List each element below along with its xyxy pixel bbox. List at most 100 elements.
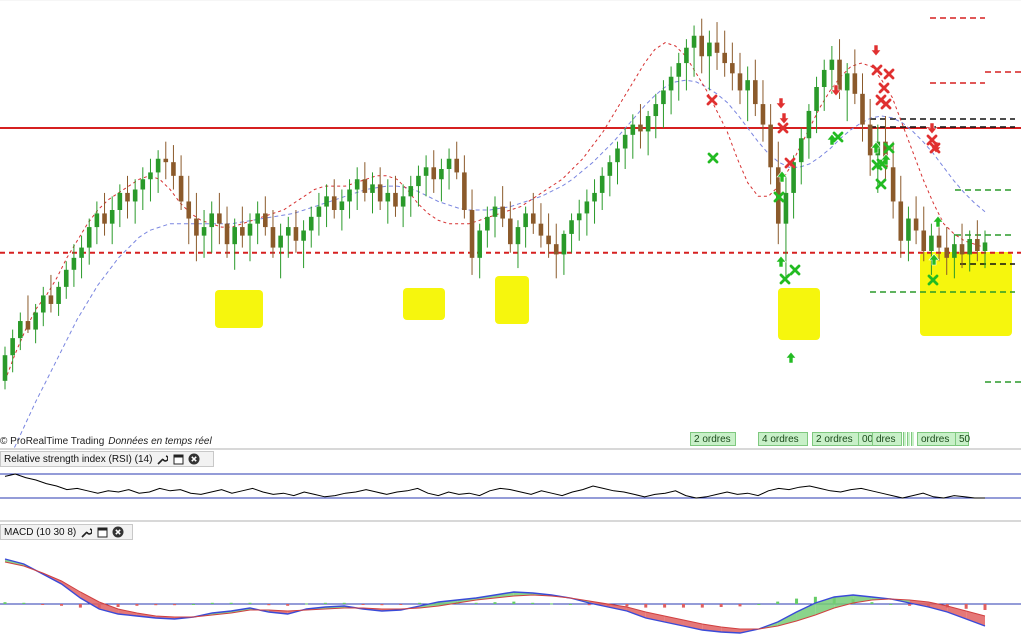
watermark-brand: © ProRealTime Trading bbox=[0, 436, 105, 447]
macd-hist-bar bbox=[116, 604, 120, 607]
order-tick[interactable] bbox=[903, 432, 906, 446]
candle-body bbox=[316, 206, 322, 217]
order-tick[interactable] bbox=[911, 432, 914, 446]
macd-hist-bar bbox=[493, 602, 497, 604]
support-highlight bbox=[403, 288, 445, 320]
candle-body bbox=[508, 218, 513, 245]
candle-body bbox=[661, 90, 666, 105]
candle-body bbox=[553, 244, 559, 255]
rsi-line bbox=[4, 473, 985, 499]
candle-body bbox=[592, 192, 597, 202]
price-chart[interactable] bbox=[0, 0, 1021, 450]
sell-cross-icon bbox=[871, 64, 883, 76]
macd-hist-bar bbox=[380, 604, 384, 606]
candle-body bbox=[454, 158, 460, 173]
buy-arrow-icon bbox=[785, 351, 797, 364]
candle-body bbox=[324, 196, 329, 207]
buy-cross-icon bbox=[707, 152, 719, 164]
candle-body bbox=[2, 355, 8, 381]
order-tag[interactable]: ordres bbox=[917, 432, 957, 446]
candle-body bbox=[576, 213, 582, 221]
macd-hist-bar bbox=[474, 602, 478, 604]
candle-body bbox=[102, 213, 107, 224]
macd-hist-bar bbox=[154, 604, 158, 606]
sell-cross-icon bbox=[926, 134, 938, 146]
candle-body bbox=[377, 184, 383, 202]
order-tag[interactable]: 4 ordres bbox=[758, 432, 808, 446]
close-icon[interactable] bbox=[188, 453, 200, 465]
candle-body bbox=[331, 196, 337, 210]
candle-body bbox=[852, 73, 858, 94]
order-tag[interactable]: 2 ordres bbox=[812, 432, 862, 446]
panel-separator[interactable] bbox=[0, 520, 1021, 522]
buy-arrow-icon bbox=[775, 255, 787, 268]
macd-hist-bar bbox=[286, 604, 290, 606]
candle-body bbox=[730, 63, 735, 74]
macd-hist-bar bbox=[305, 603, 309, 605]
candle-body bbox=[952, 244, 957, 258]
order-tag[interactable]: 2 ordres bbox=[690, 432, 736, 446]
candle-body bbox=[676, 63, 682, 77]
candle-body bbox=[844, 73, 850, 91]
candle-body bbox=[515, 227, 521, 245]
candle-body bbox=[668, 76, 674, 91]
candle-body bbox=[431, 167, 437, 180]
candle-body bbox=[630, 124, 636, 135]
macd-title: MACD (10 30 8) bbox=[4, 526, 77, 538]
candle-body bbox=[423, 167, 429, 176]
candle-body bbox=[194, 218, 199, 236]
sell-arrow-icon bbox=[775, 97, 787, 110]
window-icon[interactable] bbox=[172, 453, 184, 465]
candle-body bbox=[538, 223, 544, 236]
panel-separator[interactable] bbox=[0, 448, 1021, 450]
candle-body bbox=[982, 242, 988, 251]
macd-hist-bar bbox=[738, 604, 742, 607]
candle-body bbox=[178, 175, 184, 202]
candle-body bbox=[975, 239, 980, 251]
macd-hist-bar bbox=[719, 604, 723, 607]
wrench-icon[interactable] bbox=[156, 453, 168, 465]
order-tag[interactable]: dres bbox=[872, 432, 902, 446]
macd-chart[interactable] bbox=[0, 540, 1021, 637]
candle-body bbox=[714, 42, 720, 53]
candle-body bbox=[477, 230, 482, 258]
candle-body bbox=[270, 227, 276, 248]
candle-body bbox=[400, 196, 406, 207]
candle-body bbox=[653, 104, 659, 117]
candle-body bbox=[209, 213, 215, 228]
candle-body bbox=[385, 192, 391, 202]
window-icon[interactable] bbox=[96, 526, 108, 538]
candle-body bbox=[79, 247, 84, 258]
candle-body bbox=[860, 93, 865, 125]
candle-body bbox=[140, 179, 146, 190]
macd-hist-bar bbox=[229, 602, 233, 604]
candle-body bbox=[599, 175, 605, 193]
sell-cross-icon bbox=[883, 68, 895, 80]
candle-body bbox=[301, 230, 306, 241]
macd-hist-bar bbox=[776, 601, 780, 604]
chart-watermark: © ProRealTime Trading Données en temps ré… bbox=[0, 436, 212, 447]
wrench-icon[interactable] bbox=[80, 526, 92, 538]
candle-body bbox=[913, 218, 919, 231]
close-icon[interactable] bbox=[112, 526, 124, 538]
rsi-path bbox=[4, 473, 985, 499]
order-tag[interactable]: 50 bbox=[955, 432, 970, 446]
order-tick[interactable] bbox=[907, 432, 910, 446]
candle-body bbox=[569, 220, 574, 234]
candle-body bbox=[753, 80, 758, 105]
candle-body bbox=[898, 201, 904, 241]
rsi-panel-header: Relative strength index (RSI) (14) bbox=[0, 451, 214, 467]
candle-body bbox=[584, 201, 590, 214]
candle-body bbox=[561, 233, 567, 255]
candle-body bbox=[737, 73, 743, 91]
macd-hist-bar bbox=[512, 601, 516, 604]
rsi-chart[interactable] bbox=[0, 467, 1021, 520]
macd-hist-bar bbox=[625, 604, 629, 607]
watermark-note: Données en temps réel bbox=[108, 436, 212, 447]
candle-body bbox=[293, 227, 299, 241]
candle-body bbox=[607, 162, 613, 176]
candle-body bbox=[63, 269, 69, 287]
macd-hist-bar bbox=[644, 604, 648, 608]
candle-body bbox=[240, 227, 245, 236]
macd-hist-bar bbox=[550, 603, 554, 605]
